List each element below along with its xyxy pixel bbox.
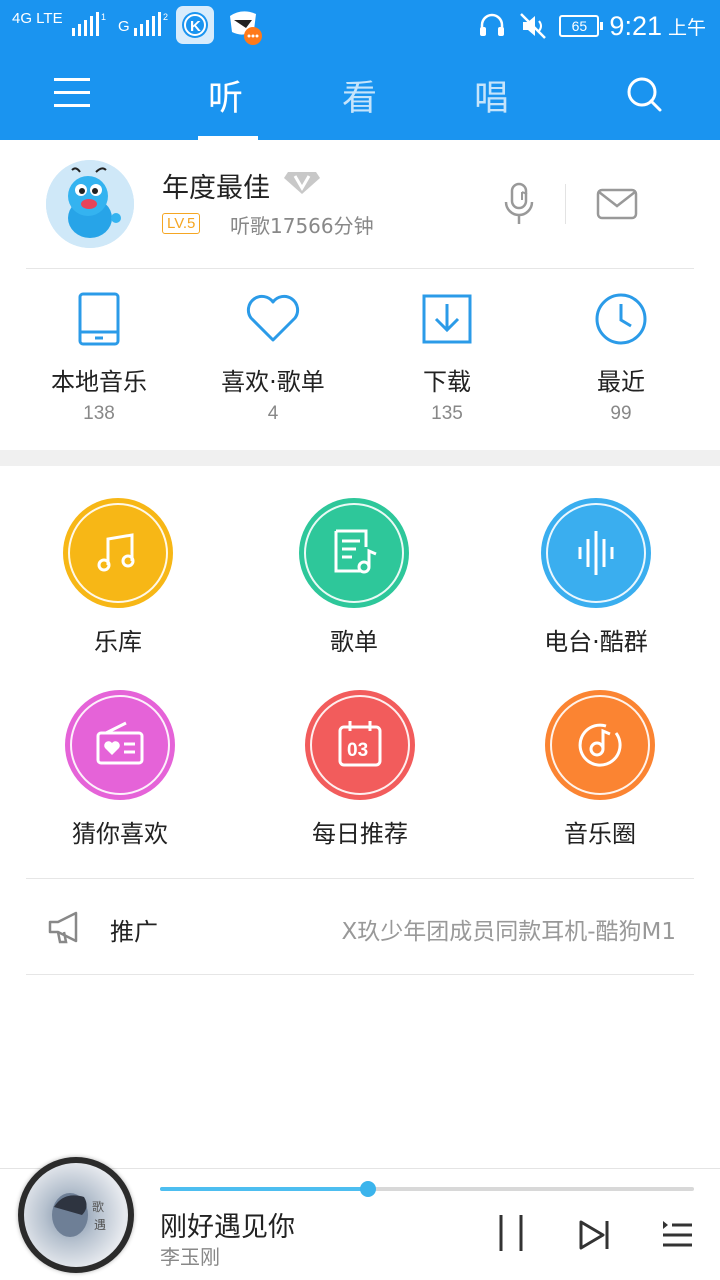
section-separator — [0, 450, 720, 466]
mute-icon — [520, 13, 547, 39]
quick-item-favorites[interactable]: 喜欢·歌单 4 — [183, 268, 363, 425]
quick-item-label: 喜欢·歌单 — [221, 368, 325, 396]
svg-text:遇: 遇 — [94, 1218, 106, 1232]
calendar-day: 03 — [347, 740, 368, 761]
next-icon[interactable] — [578, 1219, 610, 1251]
grid-item-label: 电台·酷群 — [544, 628, 648, 656]
svg-text:K: K — [190, 18, 201, 35]
chat-notification-icon — [230, 11, 262, 45]
song-artist: 李玉刚 — [160, 1245, 220, 1269]
clock: 9:21 — [609, 10, 662, 41]
calendar-icon: 03 — [305, 690, 415, 800]
grid-item-daily[interactable]: 03 每日推荐 — [260, 690, 460, 849]
grid-item-label: 音乐圈 — [564, 820, 636, 848]
battery-indicator: 65 — [559, 15, 604, 37]
playlist-icon — [299, 498, 409, 608]
promo-text: X玖少年团成员同款耳机-酷狗M1 — [341, 919, 676, 945]
quick-item-label: 本地音乐 — [51, 368, 147, 396]
download-icon — [422, 294, 472, 344]
network-type: 4G LTE — [12, 10, 63, 27]
progress-bar[interactable] — [160, 1181, 694, 1197]
top-nav: 听 看 唱 — [0, 50, 720, 140]
svg-text:歌: 歌 — [92, 1199, 104, 1214]
sim1-label: 1 — [101, 12, 106, 22]
tab-sing[interactable]: 唱 — [474, 70, 509, 121]
quick-item-count: 138 — [83, 403, 115, 424]
album-art[interactable]: 歌 遇 — [18, 1157, 134, 1273]
menu-icon[interactable] — [54, 78, 90, 108]
grid-item-music-circle[interactable]: 音乐圈 — [500, 690, 700, 849]
quick-item-local-music[interactable]: 本地音乐 138 — [9, 268, 189, 425]
vip-diamond-icon[interactable] — [284, 168, 320, 194]
promo-row[interactable]: 推广 X玖少年团成员同款耳机-酷狗M1 — [26, 878, 694, 974]
radio-heart-icon — [65, 690, 175, 800]
grid-item-playlist[interactable]: 歌单 — [254, 498, 454, 657]
status-bar: 4G LTE 1 G 2 K 65 9:21 上午 — [0, 0, 720, 50]
quick-item-label: 最近 — [597, 368, 645, 396]
progress-knob[interactable] — [360, 1181, 377, 1197]
sing-mic-icon[interactable] — [502, 182, 538, 226]
quick-item-count: 135 — [431, 403, 463, 424]
grid-item-label: 每日推荐 — [312, 820, 408, 848]
avatar[interactable] — [46, 160, 134, 248]
kugou-app: 4G LTE 1 G 2 K 65 9:21 上午 听 看 唱 年度最佳 LV.… — [0, 0, 720, 1280]
megaphone-icon — [48, 911, 78, 944]
level-badge: LV.5 — [162, 213, 201, 234]
quick-access: 本地音乐 138 喜欢·歌单 4 下载 135 最近 99 — [0, 268, 720, 450]
username: 年度最佳 — [162, 173, 270, 204]
heart-icon — [246, 294, 300, 342]
sim2-label: 2 — [163, 12, 168, 22]
mail-icon[interactable] — [596, 188, 638, 220]
grid-item-label: 猜你喜欢 — [72, 820, 168, 848]
kugou-notification-icon: K — [176, 6, 214, 44]
header-separator — [565, 184, 566, 224]
signal-icon: 1 — [72, 12, 106, 36]
search-icon[interactable] — [624, 74, 664, 114]
quick-item-download[interactable]: 下载 135 — [357, 268, 537, 425]
grid-item-label: 歌单 — [330, 628, 378, 656]
grid-item-label: 乐库 — [94, 628, 142, 656]
quick-item-count: 99 — [610, 403, 632, 424]
quick-item-count: 4 — [267, 403, 279, 424]
soundwave-icon — [541, 498, 651, 608]
grid-item-radio[interactable]: 电台·酷群 — [496, 498, 696, 657]
music-note-icon — [63, 498, 173, 608]
music-circle-icon — [545, 690, 655, 800]
promo-label: 推广 — [110, 918, 158, 946]
listen-time: 听歌17566分钟 — [230, 214, 374, 238]
clock-icon — [595, 293, 647, 345]
playlist-queue-icon[interactable] — [660, 1219, 694, 1251]
signal-icon-2: 2 — [134, 12, 168, 36]
song-title: 刚好遇见你 — [160, 1212, 295, 1243]
am-pm: 上午 — [667, 16, 706, 39]
tab-watch[interactable]: 看 — [342, 70, 377, 121]
status-right: 65 9:21 上午 — [477, 6, 706, 46]
pause-icon[interactable] — [496, 1213, 526, 1253]
grid-item-guess-you-like[interactable]: 猜你喜欢 — [20, 690, 220, 849]
quick-item-label: 下载 — [423, 368, 471, 396]
feature-grid: 乐库 歌单 电台·酷群 猜你喜欢 03 每日推荐 音乐圈 — [0, 466, 720, 876]
headset-icon — [480, 13, 505, 36]
progress-fill — [160, 1187, 369, 1191]
profile-header: 年度最佳 LV.5 听歌17566分钟 — [0, 140, 720, 268]
network-g: G — [118, 18, 130, 35]
tab-listen[interactable]: 听 — [208, 70, 243, 121]
quick-item-recent[interactable]: 最近 99 — [531, 268, 711, 425]
phone-icon — [78, 292, 120, 346]
mini-player: 歌 遇 刚好遇见你 李玉刚 — [0, 1157, 720, 1280]
divider — [26, 974, 694, 975]
grid-item-library[interactable]: 乐库 — [18, 498, 218, 657]
